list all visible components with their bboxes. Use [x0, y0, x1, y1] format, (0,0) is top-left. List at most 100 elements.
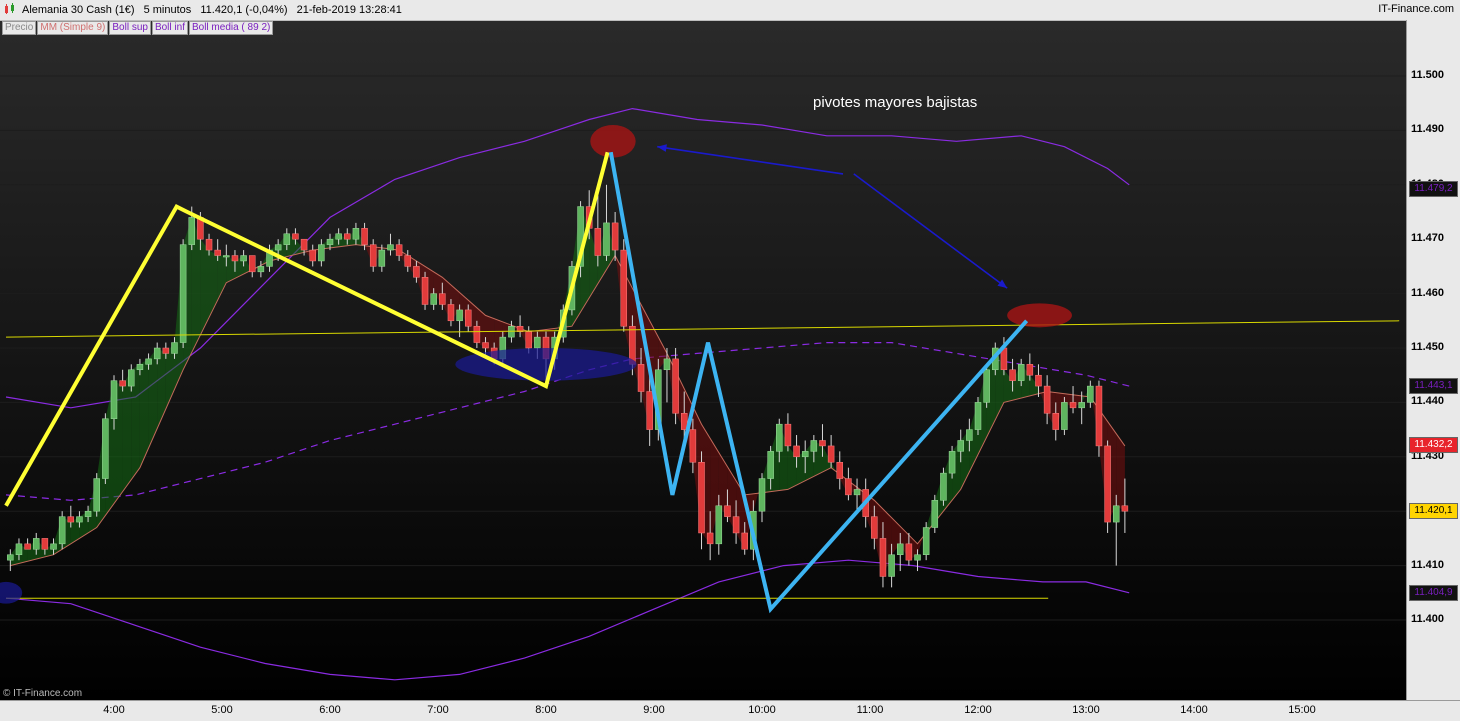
candle-down [248, 255, 256, 273]
candle-down [698, 461, 705, 534]
candle-down [836, 461, 844, 479]
candle-up [145, 358, 152, 365]
candle-down [439, 293, 446, 305]
candle-down [1043, 385, 1051, 414]
candle-up [456, 309, 463, 322]
candle-up [430, 293, 437, 305]
candle-up [966, 429, 973, 441]
candle-down [231, 255, 239, 262]
y-tick-label: 11.440 [1411, 395, 1445, 408]
candle-up [84, 510, 92, 517]
legend-item-price[interactable]: Precio [2, 21, 37, 35]
candle-down [646, 391, 653, 430]
candle-down [300, 238, 308, 251]
candle-down [784, 423, 792, 447]
candle-down [205, 238, 213, 251]
candle-up [940, 472, 947, 501]
candle-up [15, 543, 23, 555]
candle-up [1078, 402, 1085, 409]
candle-up [128, 369, 135, 387]
candle-up [1087, 385, 1094, 403]
price-chart[interactable] [0, 0, 1460, 720]
candlestick-icon [4, 3, 16, 15]
candle-up [223, 255, 230, 258]
candle-up [378, 249, 386, 267]
candle-up [810, 440, 818, 452]
candle-down [1009, 369, 1016, 381]
timeframe-label[interactable]: 5 minutos [144, 4, 192, 16]
chart-header: Alemania 30 Cash (1€) 5 minutos 11.420,1… [0, 0, 1460, 21]
y-tick-label: 11.460 [1411, 286, 1445, 299]
candle-up [136, 364, 144, 371]
candle-up [758, 478, 766, 512]
candle-down [741, 532, 748, 550]
instrument-title: Alemania 30 Cash (1€) [22, 4, 135, 16]
highlight-ellipse [590, 124, 636, 158]
candle-down [793, 445, 800, 458]
candle-down [214, 249, 221, 256]
candle-down [1095, 385, 1103, 447]
candle-up [58, 516, 66, 545]
legend-item-boll-inf[interactable]: Boll inf [151, 21, 188, 35]
candle-up [1061, 402, 1068, 430]
candle-down [871, 516, 878, 539]
candle-up [274, 244, 282, 251]
candle-down [905, 543, 913, 561]
candle-down [1052, 413, 1060, 430]
candle-down [361, 228, 368, 245]
candle-up [188, 217, 196, 245]
candle-up [335, 233, 342, 240]
candle-up [50, 543, 57, 550]
candle-up [663, 358, 671, 371]
candle-up [93, 478, 100, 512]
candle-up [7, 554, 14, 561]
price-tag: 11.420,1 [1409, 502, 1458, 519]
x-tick-label: 5:00 [211, 704, 233, 716]
candle-down [827, 445, 835, 463]
candle-up [76, 516, 83, 523]
legend-item-boll-sup[interactable]: Boll sup [109, 21, 151, 35]
price-tag: 11.479,2 [1409, 181, 1458, 198]
candle-up [326, 238, 334, 245]
x-tick-label: 10:00 [748, 704, 776, 716]
candle-down [689, 429, 697, 463]
indicator-legend: Precio MM (Simple 9) Boll sup Boll inf Boll … [2, 21, 274, 35]
candle-up [318, 244, 325, 262]
legend-item-boll-media[interactable]: Boll media ( 89 2) [188, 21, 274, 35]
candle-down [162, 347, 170, 354]
candle-up [352, 228, 360, 240]
candle-down [1035, 374, 1042, 387]
y-tick-label: 11.410 [1411, 558, 1445, 571]
candle-down [24, 543, 31, 550]
copyright-credit: © IT-Finance.com [3, 688, 83, 699]
candle-down [421, 277, 429, 305]
candle-down [473, 325, 481, 343]
candle-down [879, 538, 887, 577]
candle-down [464, 309, 472, 327]
candle-up [283, 233, 291, 245]
candle-up [896, 543, 904, 555]
y-tick-label: 11.450 [1411, 341, 1445, 353]
candle-down [1026, 364, 1034, 376]
candle-down [732, 516, 740, 534]
candle-down [819, 440, 826, 447]
candle-up [948, 451, 956, 474]
candle-down [672, 358, 679, 414]
candle-up [534, 336, 541, 349]
candle-up [776, 423, 783, 452]
x-tick-label: 4:00 [103, 704, 125, 716]
brand-label: IT-Finance.com [1378, 3, 1454, 15]
candle-up [1017, 364, 1025, 381]
legend-item-sma[interactable]: MM (Simple 9) [37, 21, 109, 35]
candle-down [67, 516, 75, 523]
candle-down [637, 364, 645, 392]
highlight-ellipse [455, 348, 637, 381]
y-tick-label: 11.490 [1411, 123, 1445, 136]
y-tick-label: 11.500 [1411, 69, 1445, 81]
price-tag: 11.404,9 [1409, 585, 1458, 602]
y-tick-label: 11.470 [1411, 232, 1445, 245]
x-tick-label: 8:00 [535, 704, 557, 716]
candle-up [853, 489, 861, 496]
x-tick-label: 13:00 [1072, 704, 1100, 716]
candle-down [482, 342, 489, 349]
